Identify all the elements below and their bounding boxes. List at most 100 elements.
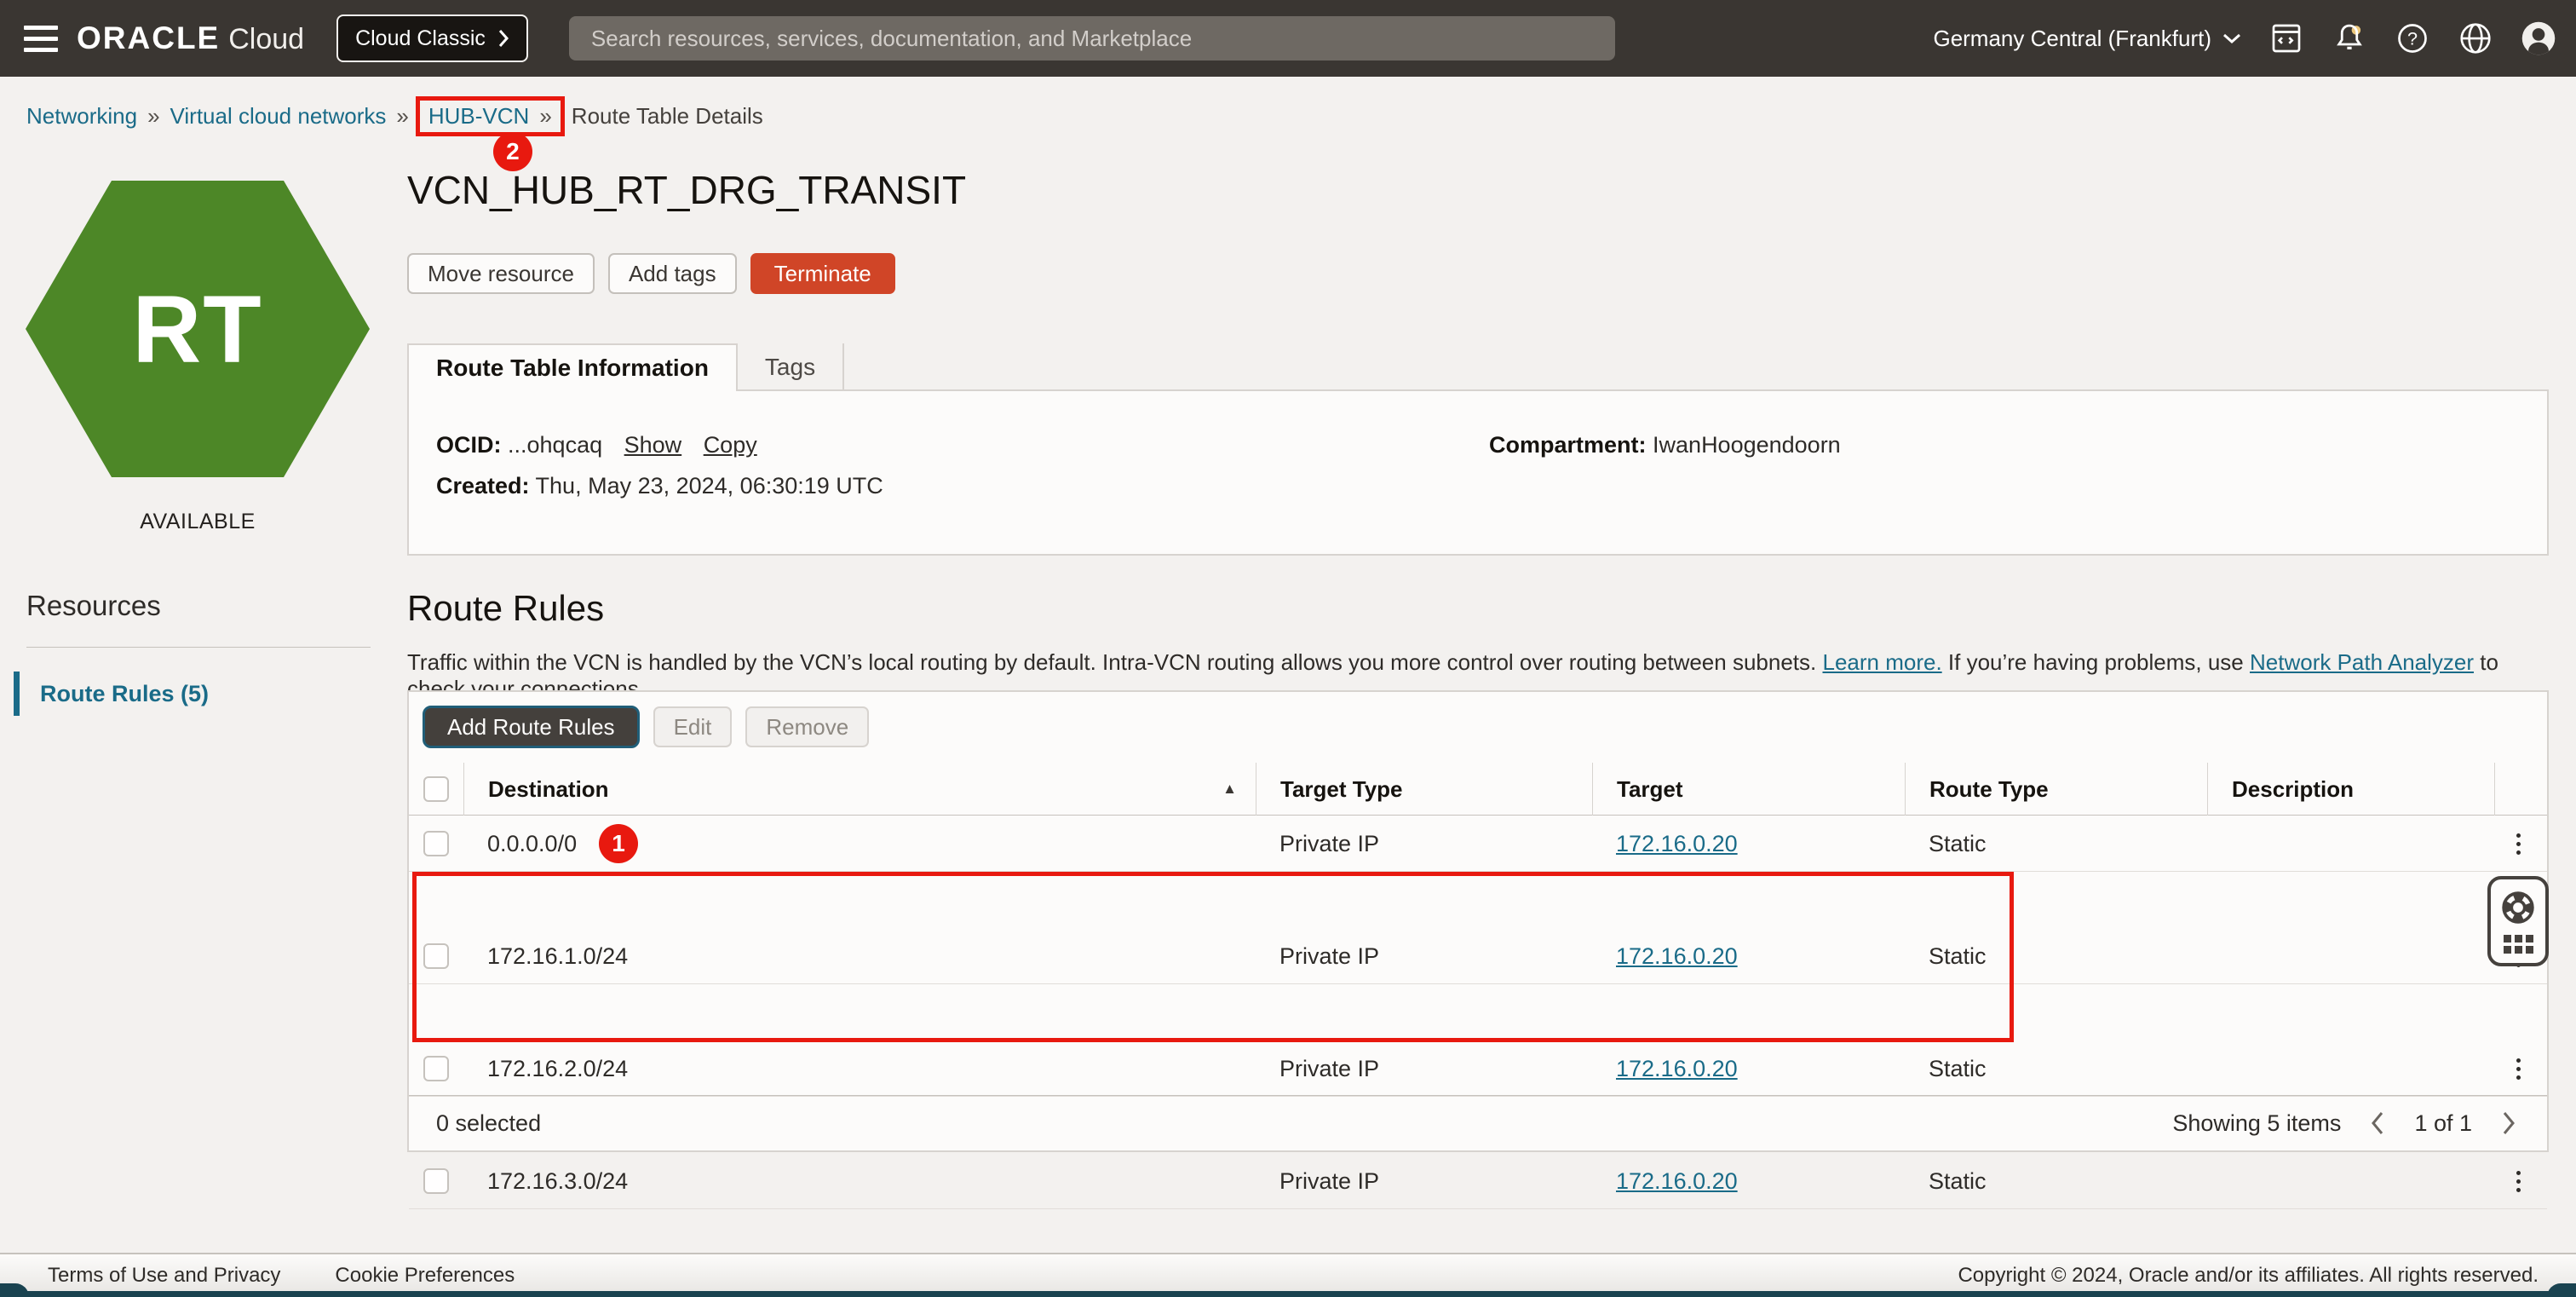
sidebar-divider [26, 647, 371, 648]
ocid-show-link[interactable]: Show [624, 432, 682, 458]
table-row: 172.16.1.0/24 Private IP 172.16.0.20 Sta… [409, 928, 2547, 984]
table-row: 0.0.0.0/0 1 Private IP 172.16.0.20 Stati… [409, 816, 2547, 872]
route-type-value: Static [1929, 943, 1987, 970]
ocid-value: ...ohqcaq [508, 432, 602, 458]
top-navigation-bar: ORACLE Cloud Cloud Classic Germany Centr… [0, 0, 2576, 77]
destination-value: 172.16.3.0/24 [487, 1168, 628, 1195]
compartment-row: Compartment: IwanHoogendoorn [1489, 432, 1841, 458]
user-avatar[interactable] [2520, 20, 2557, 57]
tab-route-table-information[interactable]: Route Table Information [407, 343, 738, 391]
page-title: VCN_HUB_RT_DRG_TRANSIT [407, 167, 966, 213]
breadcrumb-networking[interactable]: Networking [26, 103, 137, 130]
row-checkbox[interactable] [423, 1168, 449, 1194]
oracle-cloud-console: ORACLE Cloud Cloud Classic Germany Centr… [0, 0, 2576, 1297]
annotation-badge-2: 2 [493, 132, 532, 171]
region-selector[interactable]: Germany Central (Frankfurt) [1933, 26, 2242, 52]
resource-actions: Move resource Add tags Terminate [407, 253, 895, 294]
annotation-box-step2: HUB-VCN » 2 [416, 96, 565, 136]
compartment-value: IwanHoogendoorn [1653, 432, 1841, 458]
svg-text:?: ? [2407, 28, 2418, 49]
ocid-copy-link[interactable]: Copy [704, 432, 757, 458]
created-value: Thu, May 23, 2024, 06:30:19 UTC [536, 473, 883, 499]
cloud-classic-button[interactable]: Cloud Classic [336, 14, 528, 62]
bottom-edge-strip [0, 1291, 2576, 1297]
col-route-type[interactable]: Route Type [1929, 776, 2049, 803]
copyright-text: Copyright © 2024, Oracle and/or its affi… [1958, 1264, 2539, 1288]
terms-link[interactable]: Terms of Use and Privacy [48, 1264, 280, 1288]
chevron-right-icon [497, 28, 509, 49]
add-tags-button[interactable]: Add tags [608, 253, 737, 294]
col-target[interactable]: Target [1617, 776, 1683, 803]
topbar-right-group: Germany Central (Frankfurt) [1933, 20, 2557, 57]
life-buoy-icon [2499, 889, 2537, 926]
target-type-value: Private IP [1279, 1168, 1379, 1195]
add-route-rules-button[interactable]: Add Route Rules [423, 706, 640, 748]
breadcrumb-hub-vcn[interactable]: HUB-VCN [428, 103, 529, 130]
target-link[interactable]: 172.16.0.20 [1616, 1056, 1738, 1082]
row-checkbox[interactable] [423, 943, 449, 969]
row-actions-kebab-icon[interactable] [2501, 1040, 2535, 1097]
sort-ascending-icon[interactable]: ▲ [1222, 781, 1237, 798]
edit-button[interactable]: Edit [653, 706, 733, 747]
select-all-checkbox[interactable] [423, 776, 449, 802]
created-label: Created: [436, 473, 530, 499]
network-path-analyzer-link[interactable]: Network Path Analyzer [2250, 649, 2474, 675]
breadcrumb-separator: » [147, 103, 159, 130]
tab-tags[interactable]: Tags [738, 343, 844, 391]
oracle-cloud-logo: ORACLE Cloud [77, 20, 304, 56]
showing-items-text: Showing 5 items [2172, 1110, 2341, 1137]
route-type-value: Static [1929, 831, 1987, 857]
hexagon-label: RT [132, 274, 262, 384]
target-link[interactable]: 172.16.0.20 [1616, 1168, 1738, 1195]
support-widget[interactable] [2487, 876, 2549, 966]
route-type-value: Static [1929, 1168, 1987, 1195]
search-input[interactable] [569, 16, 1615, 61]
hamburger-menu-icon[interactable] [24, 26, 58, 52]
target-link[interactable]: 172.16.0.20 [1616, 831, 1738, 857]
destination-value: 0.0.0.0/0 [487, 831, 577, 857]
row-actions-kebab-icon[interactable] [2501, 816, 2535, 872]
cookie-preferences-link[interactable]: Cookie Preferences [335, 1264, 515, 1288]
help-icon[interactable]: ? [2394, 20, 2431, 57]
col-destination[interactable]: Destination [488, 776, 609, 803]
next-page-icon[interactable] [2501, 1110, 2516, 1136]
table-row: 172.16.3.0/24 Private IP 172.16.0.20 Sta… [409, 1153, 2547, 1209]
target-link[interactable]: 172.16.0.20 [1616, 943, 1738, 970]
apps-grid-icon [2504, 935, 2533, 954]
destination-value: 172.16.2.0/24 [487, 1056, 628, 1082]
row-checkbox[interactable] [423, 831, 449, 856]
target-type-value: Private IP [1279, 1056, 1379, 1082]
destination-value: 172.16.1.0/24 [487, 943, 628, 970]
breadcrumb-virtual-cloud-networks[interactable]: Virtual cloud networks [170, 103, 387, 130]
breadcrumb-separator: » [396, 103, 408, 130]
pagination: Showing 5 items 1 of 1 [2172, 1110, 2516, 1137]
ocid-label: OCID: [436, 432, 502, 458]
move-resource-button[interactable]: Move resource [407, 253, 595, 294]
notifications-bell-icon[interactable] [2331, 20, 2368, 57]
target-type-value: Private IP [1279, 943, 1379, 970]
col-target-type[interactable]: Target Type [1280, 776, 1403, 803]
previous-page-icon[interactable] [2370, 1110, 2385, 1136]
compartment-label: Compartment: [1489, 432, 1647, 458]
table-footer-bar: 0 selected Showing 5 items 1 of 1 [409, 1095, 2547, 1150]
page-indicator: 1 of 1 [2414, 1110, 2472, 1137]
chevron-down-icon [2222, 32, 2242, 44]
logo-cloud-text: Cloud [228, 23, 304, 56]
annotation-badge-1: 1 [599, 824, 638, 863]
table-row: 172.16.2.0/24 Private IP 172.16.0.20 Sta… [409, 1040, 2547, 1097]
status-badge: AVAILABLE [26, 510, 370, 534]
route-table-hexagon-icon: RT [26, 181, 370, 477]
logo-oracle-text: ORACLE [77, 20, 220, 56]
sidebar-item-route-rules[interactable]: Route Rules (5) [14, 672, 209, 716]
learn-more-link[interactable]: Learn more. [1822, 649, 1941, 675]
row-checkbox[interactable] [423, 1056, 449, 1081]
language-globe-icon[interactable] [2457, 20, 2494, 57]
row-actions-kebab-icon[interactable] [2501, 1153, 2535, 1209]
terminate-button[interactable]: Terminate [750, 253, 895, 294]
breadcrumb-separator: » [539, 103, 551, 130]
remove-button[interactable]: Remove [745, 706, 869, 747]
route-rules-heading: Route Rules [407, 588, 604, 629]
col-description[interactable]: Description [2232, 776, 2354, 803]
resources-heading: Resources [26, 590, 161, 622]
cloud-shell-icon[interactable] [2268, 20, 2305, 57]
